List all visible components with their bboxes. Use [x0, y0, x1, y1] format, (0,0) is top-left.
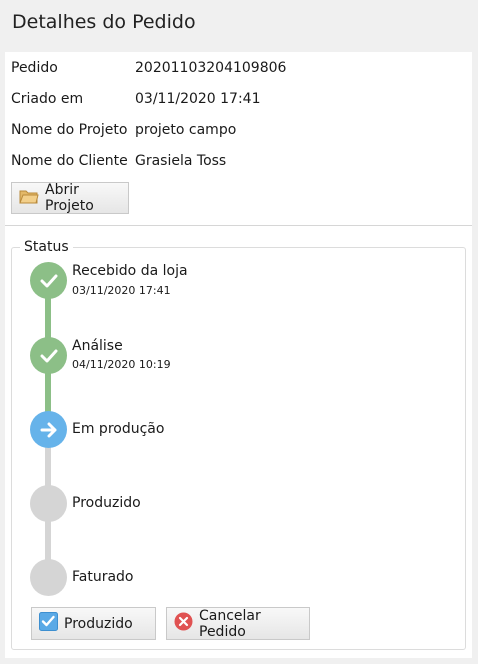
step-received-title: Recebido da loja [72, 263, 188, 279]
status-groupbox: Status Recebido da loja 03/11/2020 17:41… [11, 239, 466, 650]
title-bar: Detalhes do Pedido [0, 0, 478, 46]
step-invoiced-circle-icon [30, 559, 67, 596]
project-name-value: projeto campo [135, 122, 237, 138]
divider [5, 225, 472, 226]
window-title: Detalhes do Pedido [12, 11, 196, 33]
client-name-value: Grasiela Toss [135, 153, 227, 169]
step-received-check-icon [30, 262, 67, 299]
cancel-order-label: Cancelar Pedido [199, 607, 261, 640]
step-analysis-date: 04/11/2020 10:19 [72, 358, 171, 371]
status-legend: Status [20, 239, 73, 255]
order-number-label: Pedido [11, 60, 58, 76]
step-analysis-title: Análise [72, 338, 123, 354]
step-in-production-title: Em produção [72, 421, 165, 437]
open-project-label: Abrir Projeto [45, 182, 94, 214]
cancel-x-icon [174, 612, 193, 635]
created-at-value: 03/11/2020 17:41 [135, 91, 261, 107]
folder-icon [19, 188, 39, 208]
order-number-value: 20201103204109806 [135, 60, 287, 76]
step-received-date: 03/11/2020 17:41 [72, 284, 171, 297]
step-produced-title: Produzido [72, 495, 141, 511]
open-project-button[interactable]: Abrir Projeto [11, 182, 129, 214]
step-invoiced-title: Faturado [72, 569, 134, 585]
mark-produced-button[interactable]: Produzido [31, 607, 156, 640]
client-name-label: Nome do Cliente [11, 153, 128, 169]
order-details-panel: Pedido 20201103204109806 Criado em 03/11… [5, 52, 472, 658]
step-analysis-check-icon [30, 337, 67, 374]
step-produced-circle-icon [30, 485, 67, 522]
step-in-production-arrow-icon [30, 411, 67, 448]
created-at-label: Criado em [11, 91, 84, 107]
project-name-label: Nome do Projeto [11, 122, 128, 138]
mark-produced-label: Produzido [64, 615, 133, 632]
checkbox-check-icon [39, 612, 58, 635]
cancel-order-button[interactable]: Cancelar Pedido [166, 607, 310, 640]
